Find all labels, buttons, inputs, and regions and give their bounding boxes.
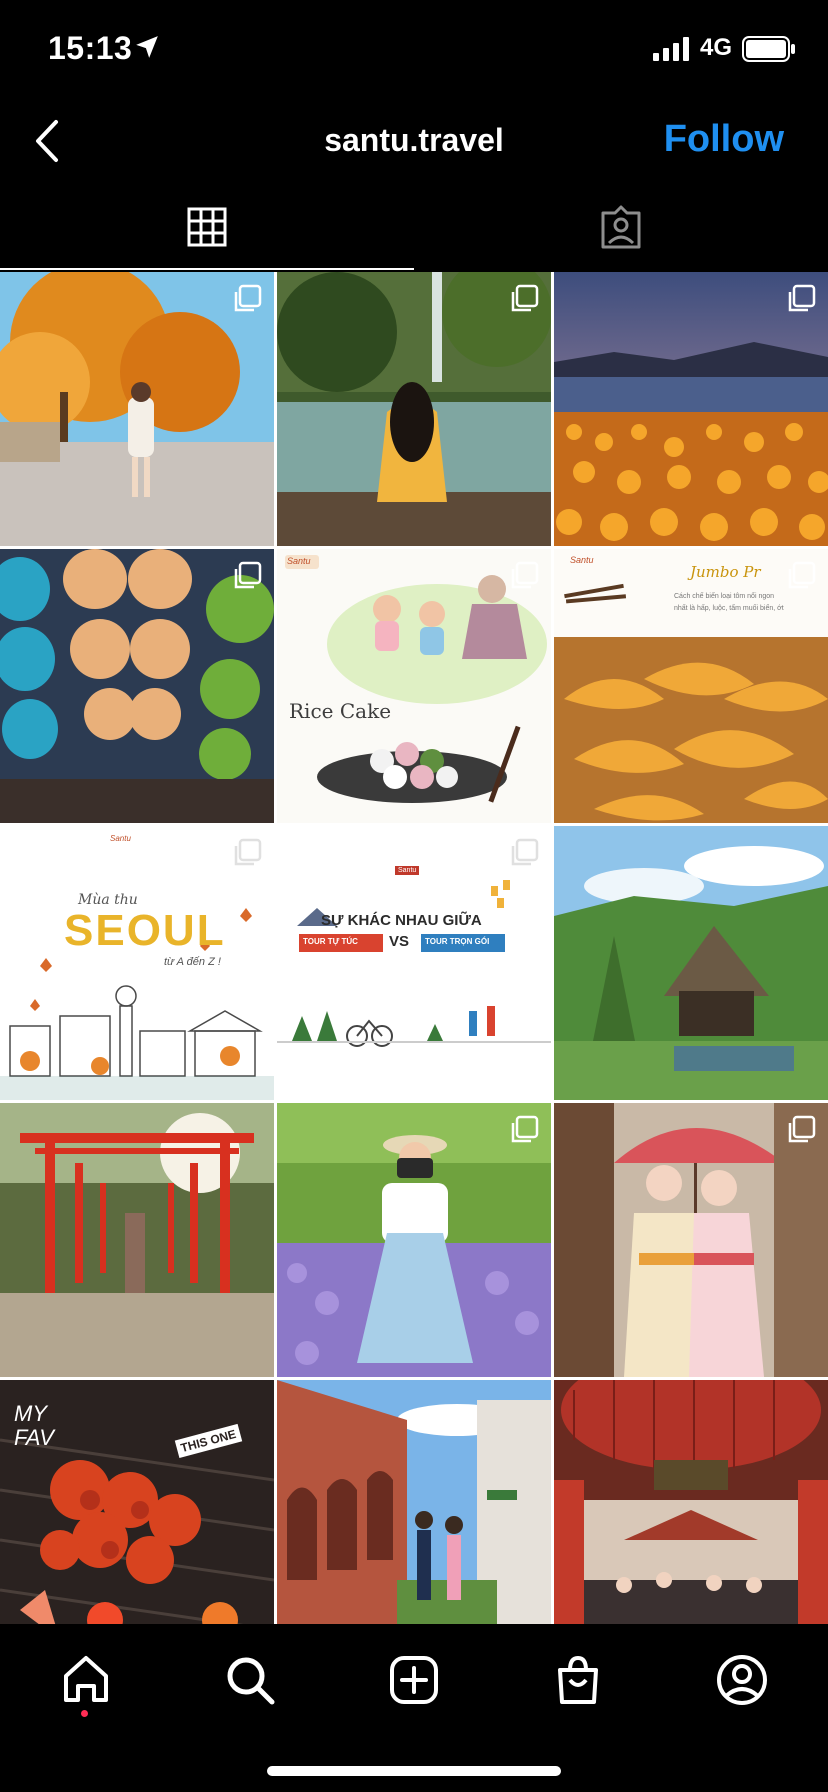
post-heading: SEOUL bbox=[64, 906, 226, 955]
post-image-torii-gates bbox=[0, 1103, 274, 1377]
post-tile[interactable]: Santu Rice Cake bbox=[277, 549, 551, 823]
post-heading: SỰ KHÁC NHAU GIỮA bbox=[321, 912, 482, 929]
post-tile[interactable] bbox=[554, 272, 828, 546]
santu-logo: Santu bbox=[287, 556, 311, 566]
post-heading: Jumbo Pr bbox=[690, 563, 761, 581]
post-image-lantern-lake bbox=[554, 272, 828, 546]
santu-logo: Santu bbox=[110, 834, 131, 843]
active-tab-indicator bbox=[0, 268, 414, 270]
tab-grid[interactable] bbox=[0, 186, 414, 268]
active-tab-dot bbox=[81, 1710, 88, 1717]
post-caption-line: từ A đến Z ! bbox=[164, 956, 221, 968]
post-image-jumbo-prawns bbox=[554, 549, 828, 823]
post-image-hanbok-lavender bbox=[277, 1103, 551, 1377]
search-icon[interactable] bbox=[222, 1652, 278, 1708]
follow-button[interactable]: Follow bbox=[664, 118, 784, 161]
multiple-photos-icon bbox=[234, 561, 262, 589]
post-image-kimono-umbrella bbox=[554, 1103, 828, 1377]
location-arrow-icon bbox=[136, 36, 158, 58]
santu-logo: Santu bbox=[395, 866, 420, 875]
post-tile[interactable]: MY FAV THIS ONE bbox=[0, 1380, 274, 1624]
post-caption-line: Cách chế biến loại tôm nổi ngon bbox=[674, 593, 775, 600]
post-tile[interactable]: Santu Jumbo Pr Cách chế biến loại tôm nổ… bbox=[554, 549, 828, 823]
post-tile[interactable] bbox=[277, 1103, 551, 1377]
signal-icon bbox=[653, 37, 689, 61]
multiple-photos-icon bbox=[234, 284, 262, 312]
profile-tabs bbox=[0, 186, 828, 270]
multiple-photos-icon bbox=[511, 838, 539, 866]
battery-icon bbox=[742, 36, 795, 62]
profile-icon[interactable] bbox=[714, 1652, 770, 1708]
status-bar: 15:13 4G bbox=[0, 0, 828, 96]
home-icon[interactable] bbox=[58, 1652, 114, 1708]
multiple-photos-icon bbox=[234, 838, 262, 866]
post-label-vs: VS bbox=[389, 933, 410, 950]
post-tile[interactable] bbox=[0, 549, 274, 823]
multiple-photos-icon bbox=[511, 1115, 539, 1143]
tagged-person-icon bbox=[601, 205, 641, 249]
multiple-photos-icon bbox=[511, 284, 539, 312]
post-tile[interactable] bbox=[0, 272, 274, 546]
post-image-autumn-street bbox=[0, 272, 274, 546]
post-image-temple-lantern bbox=[554, 1380, 828, 1624]
post-sticker-text: MY FAV bbox=[14, 1401, 54, 1450]
post-image-rice-cake bbox=[277, 549, 551, 823]
post-label-left: TOUR TỰ TÚC bbox=[303, 937, 358, 946]
post-image-waterfall-lake bbox=[277, 272, 551, 546]
multiple-photos-icon bbox=[788, 561, 816, 589]
post-tile[interactable]: Santu SỰ KHÁC NHAU GIỮA TOUR TỰ TÚC VS T… bbox=[277, 826, 551, 1100]
tab-tagged[interactable] bbox=[414, 186, 828, 268]
post-tile[interactable] bbox=[554, 826, 828, 1100]
post-heading: Rice Cake bbox=[289, 699, 392, 723]
post-grid: Santu Rice Cake Santu Jumbo Pr Cách chế … bbox=[0, 272, 828, 1624]
post-tile[interactable] bbox=[0, 1103, 274, 1377]
multiple-photos-icon bbox=[788, 1115, 816, 1143]
post-image-seoul-autumn bbox=[0, 826, 274, 1100]
home-indicator[interactable] bbox=[267, 1766, 561, 1776]
status-time: 15:13 bbox=[48, 30, 133, 66]
shop-icon[interactable] bbox=[550, 1652, 606, 1708]
post-tile[interactable]: Santu Mùa thu SEOUL từ A đến Z ! bbox=[0, 826, 274, 1100]
post-image-paper-lanterns bbox=[0, 549, 274, 823]
post-label-right: TOUR TRỌN GÓI bbox=[425, 937, 490, 946]
post-image-thatched-village bbox=[554, 826, 828, 1100]
multiple-photos-icon bbox=[511, 561, 539, 589]
post-image-brick-arches bbox=[277, 1380, 551, 1624]
grid-icon bbox=[187, 207, 227, 247]
profile-header: santu.travel Follow bbox=[0, 96, 828, 186]
post-tile[interactable] bbox=[277, 1380, 551, 1624]
post-tile[interactable] bbox=[277, 272, 551, 546]
post-tile[interactable] bbox=[554, 1380, 828, 1624]
network-type: 4G bbox=[700, 34, 733, 61]
multiple-photos-icon bbox=[788, 284, 816, 312]
post-tile[interactable] bbox=[554, 1103, 828, 1377]
add-post-icon[interactable] bbox=[386, 1652, 442, 1708]
post-caption-line: nhất là hấp, luộc, tẩm muối biển, ớt bbox=[674, 605, 784, 612]
santu-logo: Santu bbox=[570, 555, 594, 565]
